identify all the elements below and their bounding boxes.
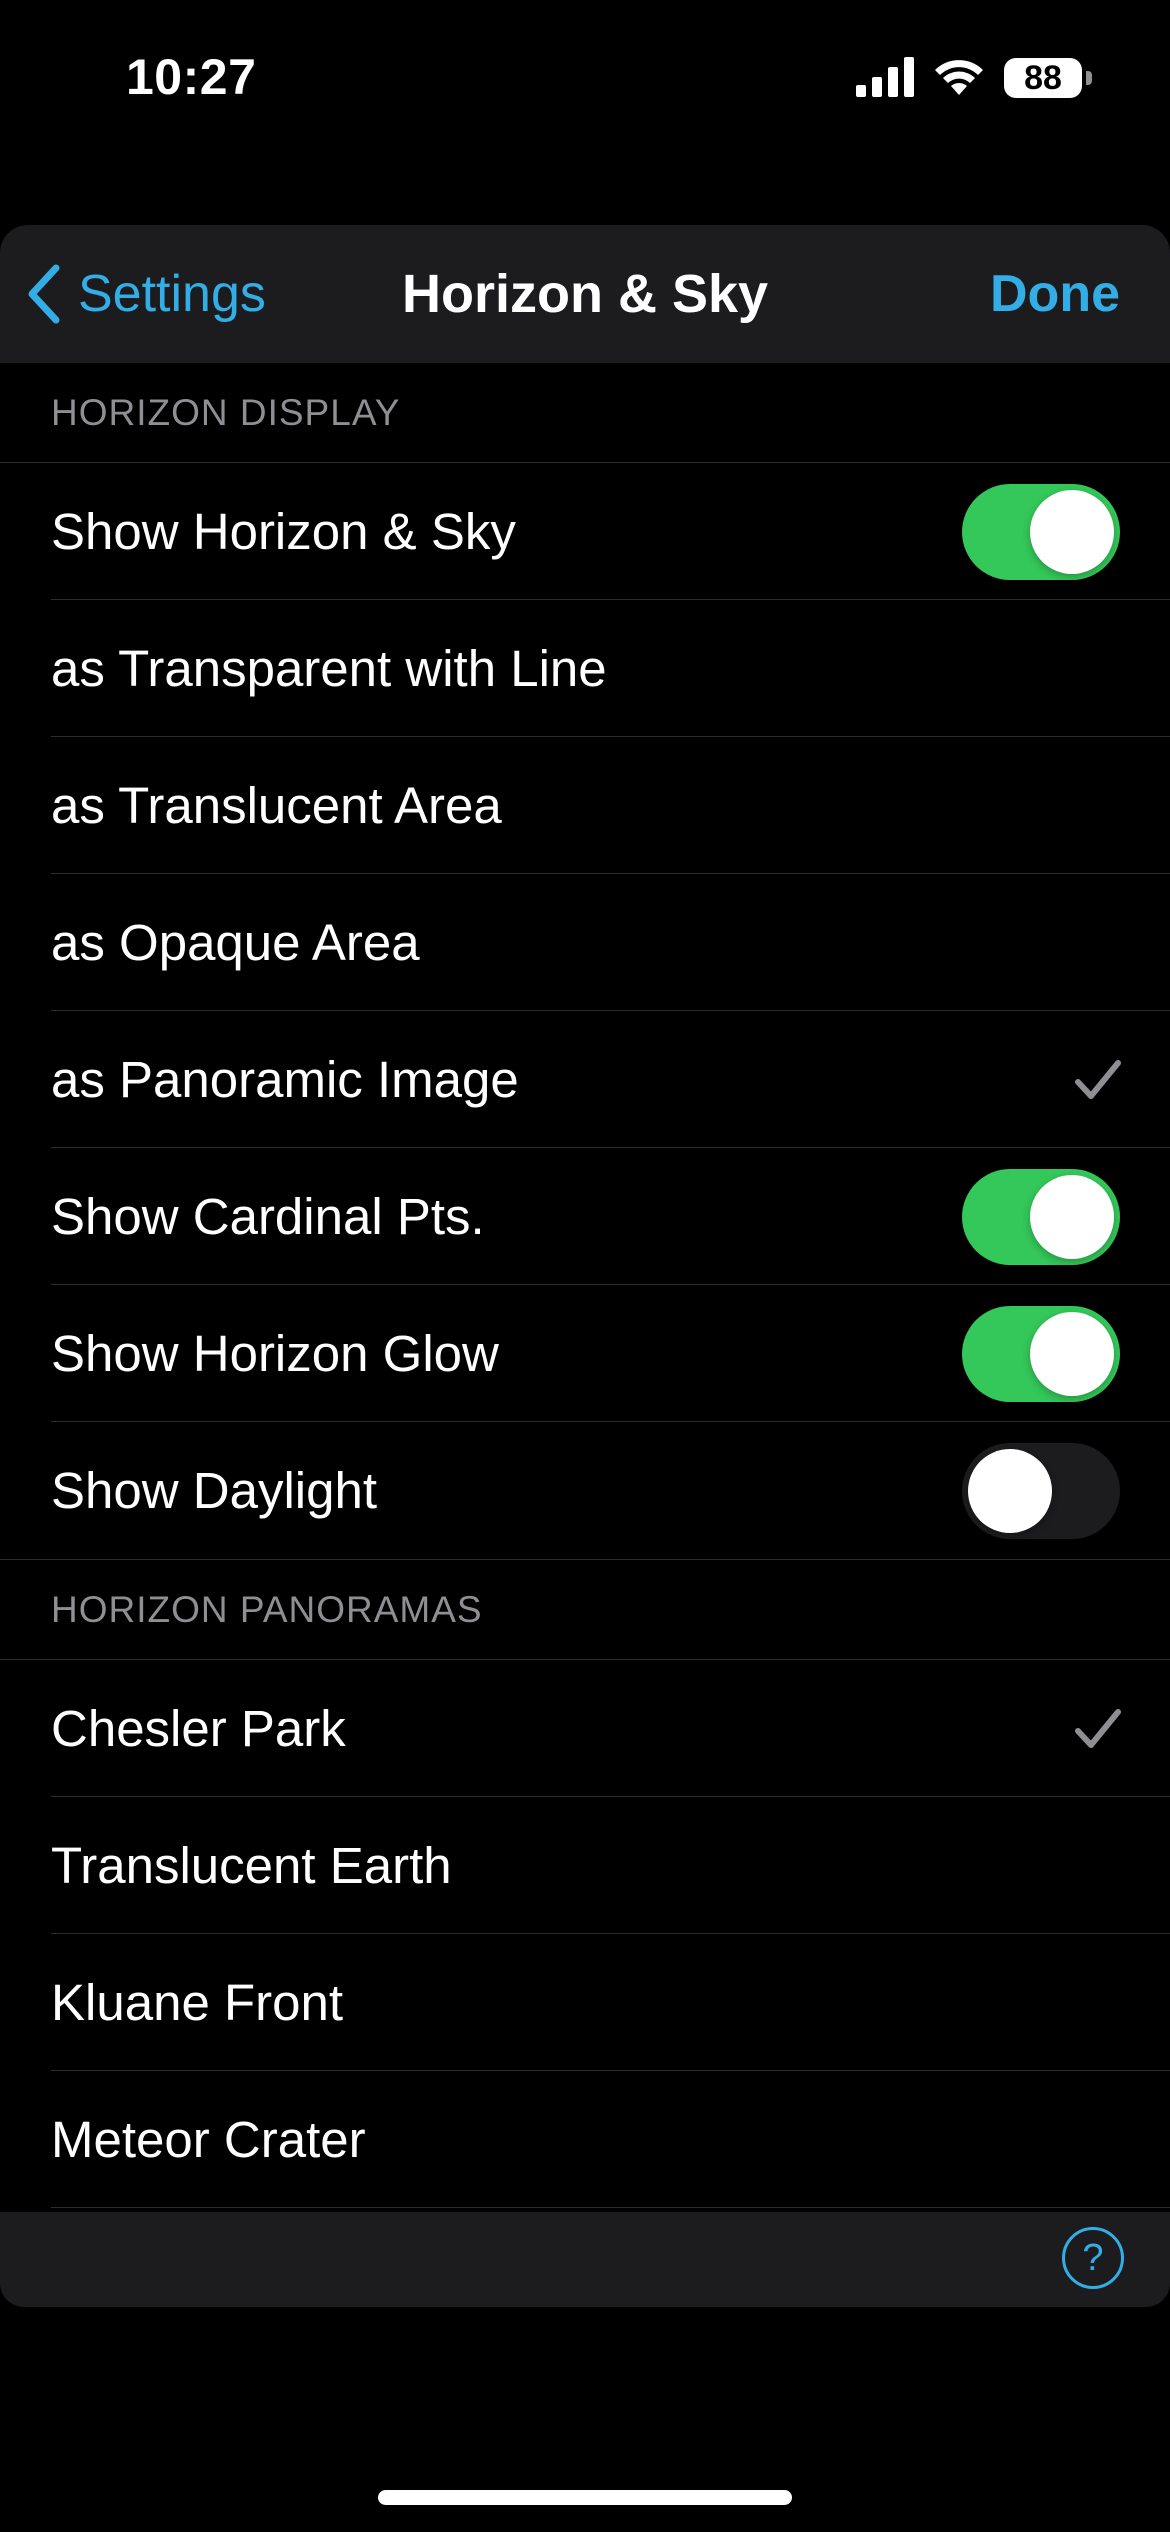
- battery-tip: [1086, 71, 1092, 85]
- checkmark-icon: [1075, 1059, 1121, 1099]
- row-label: Meteor Crater: [51, 2111, 366, 2168]
- toggle-knob: [968, 1448, 1052, 1533]
- row-show-horizon-sky: Show Horizon & Sky: [0, 463, 1170, 600]
- toggle-knob: [1030, 1174, 1114, 1259]
- row-label: Show Horizon Glow: [51, 1325, 499, 1382]
- signal-icon: [856, 57, 914, 97]
- settings-sheet: Settings Horizon & Sky Done HORIZON DISP…: [0, 225, 1170, 2305]
- row-label: as Panoramic Image: [51, 1051, 519, 1108]
- panorama-chesler-park[interactable]: Chesler Park: [0, 1660, 1170, 1797]
- row-label: as Transparent with Line: [51, 640, 607, 697]
- toggle-knob: [1030, 1311, 1114, 1396]
- row-label: Kluane Front: [51, 1974, 344, 2031]
- toggle-knob: [1030, 489, 1114, 574]
- panorama-kluane-front[interactable]: Kluane Front: [0, 1934, 1170, 2071]
- row-label: Show Daylight: [51, 1462, 377, 1519]
- row-label: as Translucent Area: [51, 777, 502, 834]
- show-cardinal-pts-toggle[interactable]: [962, 1168, 1120, 1265]
- row-show-cardinal-pts: Show Cardinal Pts.: [0, 1148, 1170, 1285]
- show-horizon-glow-toggle[interactable]: [962, 1305, 1120, 1402]
- row-show-horizon-glow: Show Horizon Glow: [0, 1285, 1170, 1422]
- checkmark-icon: [1075, 1708, 1121, 1748]
- status-time: 10:27: [126, 49, 257, 105]
- option-transparent-with-line[interactable]: as Transparent with Line: [0, 600, 1170, 737]
- show-daylight-toggle[interactable]: [962, 1442, 1120, 1539]
- row-label: Show Horizon & Sky: [51, 503, 516, 560]
- option-translucent-area[interactable]: as Translucent Area: [0, 737, 1170, 874]
- back-button[interactable]: Settings: [26, 225, 266, 363]
- home-indicator[interactable]: [378, 2490, 792, 2505]
- chevron-left-icon: [28, 264, 60, 324]
- option-opaque-area[interactable]: as Opaque Area: [0, 874, 1170, 1011]
- panorama-translucent-earth[interactable]: Translucent Earth: [0, 1797, 1170, 1934]
- panorama-meteor-crater[interactable]: Meteor Crater: [0, 2071, 1170, 2208]
- section-header-horizon-display: HORIZON DISPLAY: [0, 363, 1170, 463]
- section-header-horizon-panoramas: HORIZON PANORAMAS: [0, 1559, 1170, 1660]
- status-bar: 10:27 88: [0, 0, 1170, 150]
- wifi-icon: [932, 57, 986, 97]
- battery-icon: 88: [1004, 54, 1092, 100]
- row-label: as Opaque Area: [51, 914, 420, 971]
- option-panoramic-image[interactable]: as Panoramic Image: [0, 1011, 1170, 1148]
- bottom-toolbar: ?: [0, 2212, 1170, 2307]
- status-icons: 88: [856, 52, 1092, 102]
- row-label: Show Cardinal Pts.: [51, 1188, 485, 1245]
- nav-bar: Settings Horizon & Sky Done: [0, 225, 1170, 363]
- done-button[interactable]: Done: [990, 225, 1120, 363]
- back-label: Settings: [78, 265, 266, 323]
- row-label: Translucent Earth: [51, 1837, 452, 1894]
- row-label: Chesler Park: [51, 1700, 346, 1757]
- battery-level: 88: [1004, 58, 1082, 98]
- row-show-daylight: Show Daylight: [0, 1422, 1170, 1559]
- show-horizon-sky-toggle[interactable]: [962, 483, 1120, 580]
- help-button[interactable]: ?: [1062, 2227, 1124, 2289]
